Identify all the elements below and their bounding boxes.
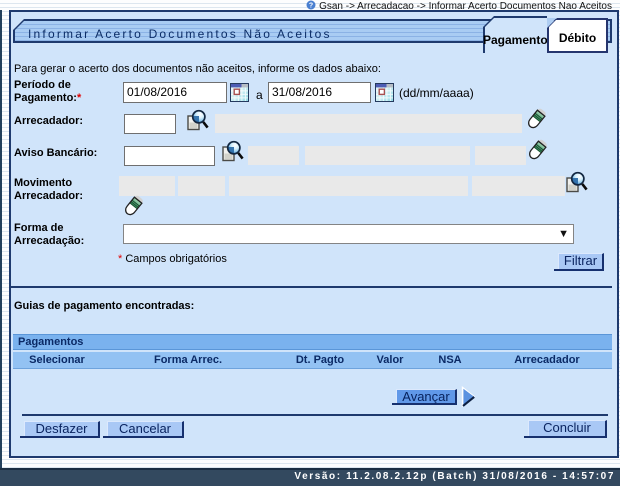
svg-text:?: ? [309,3,313,10]
